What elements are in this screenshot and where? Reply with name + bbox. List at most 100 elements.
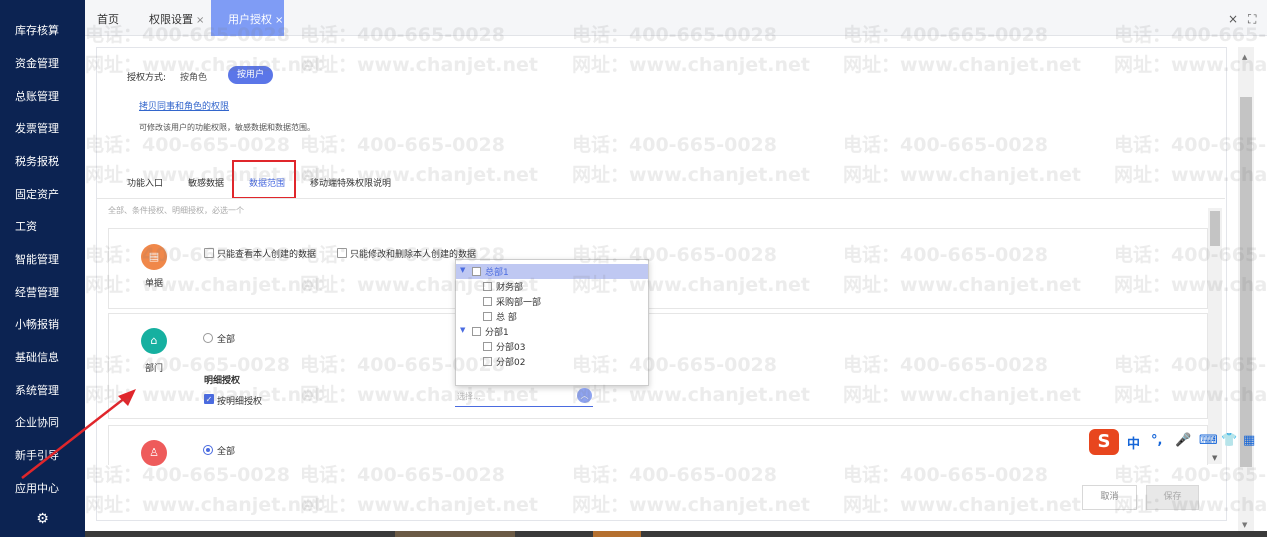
only-view-own-label: 只能查看本人创建的数据	[217, 250, 317, 260]
tab-user-auth-label: 用户授权	[228, 13, 272, 26]
tree-checkbox[interactable]	[472, 327, 481, 336]
page-scrollbar[interactable]: ▲ ▼	[1238, 47, 1254, 531]
sidebar-item-inventory-accounting[interactable]: 库存核算	[0, 16, 85, 46]
microphone-icon[interactable]: 🎤	[1175, 433, 1191, 448]
dept-all-radio[interactable]	[203, 333, 213, 343]
sidebar-item-tax[interactable]: 税务报税	[0, 147, 85, 177]
auth-by-role-option[interactable]: 按角色	[180, 70, 207, 83]
tree-node-label: 分部1	[485, 328, 509, 338]
subtab-mobile-permissions[interactable]: 移动端特殊权限说明	[310, 176, 391, 189]
content-scrollbar[interactable]: ▼	[1208, 208, 1222, 464]
scroll-up-icon[interactable]: ▲	[1242, 53, 1247, 61]
sidebar-item-general-ledger[interactable]: 总账管理	[0, 82, 85, 112]
sidebar: 库存核算 资金管理 总账管理 发票管理 税务报税 固定资产 工资 智能管理 经营…	[0, 0, 85, 537]
divider	[97, 198, 1225, 199]
auth-by-user-button[interactable]: 按用户	[228, 66, 273, 84]
copy-permissions-link[interactable]: 拷贝同事和角色的权限	[139, 99, 229, 112]
sidebar-item-invoice[interactable]: 发票管理	[0, 114, 85, 144]
auth-mode-label: 授权方式:	[127, 73, 167, 83]
scroll-down-icon[interactable]: ▼	[1242, 521, 1247, 529]
tree-checkbox[interactable]	[483, 312, 492, 321]
detail-auth-title: 明细授权	[204, 376, 241, 386]
subtab-sensitive-data[interactable]: 敏感数据	[188, 176, 224, 189]
close-icon[interactable]: ×	[275, 15, 283, 26]
gear-icon[interactable]: ⚙	[0, 505, 85, 533]
tree-node[interactable]: 分部02	[456, 354, 648, 369]
tab-user-authorization[interactable]: 用户授权 ×	[211, 0, 284, 36]
card-department-label: 部门	[145, 364, 164, 374]
sidebar-item-fixed-assets[interactable]: 固定资产	[0, 180, 85, 210]
ime-punctuation-icon[interactable]: °,	[1151, 433, 1162, 448]
annotation-highlight-box	[232, 160, 296, 199]
tree-checkbox[interactable]	[472, 267, 481, 276]
toolbox-grid-icon[interactable]: ▦	[1243, 433, 1255, 448]
by-detail-checkbox[interactable]: ✓	[204, 394, 214, 404]
tree-checkbox[interactable]	[483, 342, 492, 351]
scope-hint: 全部、条件授权、明细授权，必选一个	[108, 206, 244, 215]
ime-chinese-mode[interactable]: 中	[1127, 433, 1140, 452]
taskbar-segment	[593, 531, 641, 537]
save-button[interactable]: 保存	[1146, 485, 1199, 510]
sidebar-item-fund-management[interactable]: 资金管理	[0, 49, 85, 79]
only-edit-own-checkbox[interactable]	[337, 248, 347, 258]
tree-node[interactable]: ▼ 分部1	[456, 324, 648, 339]
sidebar-item-smart-management[interactable]: 智能管理	[0, 245, 85, 275]
tree-node[interactable]: 财务部	[456, 279, 648, 294]
tree-checkbox[interactable]	[483, 297, 492, 306]
auth-description: 可修改该用户的功能权限，敏感数据和数据范围。	[139, 123, 315, 132]
tree-node[interactable]: 采购部一部	[456, 294, 648, 309]
fullscreen-icon[interactable]: ⛶	[1248, 12, 1256, 27]
cancel-button[interactable]: 取消	[1082, 485, 1137, 510]
expand-arrow-icon[interactable]: ▼	[460, 266, 465, 274]
dept-all-label: 全部	[217, 335, 236, 345]
sidebar-item-app-center[interactable]: 应用中心	[0, 474, 85, 504]
chevron-up-icon[interactable]: ︿	[577, 388, 592, 403]
close-icon[interactable]: ×	[196, 15, 204, 26]
content-scrollbar-thumb[interactable]	[1210, 211, 1220, 246]
taskbar-segment	[395, 531, 515, 537]
tree-node[interactable]: 分部03	[456, 339, 648, 354]
tree-node-label: 总部1	[485, 268, 509, 278]
tab-home-label: 首页	[97, 13, 119, 26]
document-icon: ▤	[141, 244, 167, 270]
tree-checkbox[interactable]	[483, 357, 492, 366]
tree-node[interactable]: 总 部	[456, 309, 648, 324]
tab-permission-label: 权限设置	[149, 13, 193, 26]
keyboard-icon[interactable]: ⌨	[1199, 433, 1218, 448]
person-icon: ♙	[141, 440, 167, 466]
expand-arrow-icon[interactable]: ▼	[460, 326, 465, 334]
skin-shirt-icon[interactable]: 👕	[1221, 433, 1237, 448]
sidebar-item-collaboration[interactable]: 企业协同	[0, 408, 85, 438]
scrollbar-thumb[interactable]	[1240, 97, 1252, 467]
tree-node-label: 财务部	[496, 283, 524, 293]
sidebar-item-expense[interactable]: 小畅报销	[0, 310, 85, 340]
close-window-icon[interactable]: ×	[1228, 12, 1238, 26]
tree-checkbox[interactable]	[483, 282, 492, 291]
tab-bar: 首页 权限设置 × 用户授权 × × ⛶	[85, 0, 1267, 36]
sidebar-item-basic-info[interactable]: 基础信息	[0, 343, 85, 373]
tree-node-label: 采购部一部	[496, 298, 542, 308]
tab-home[interactable]: 首页	[97, 0, 119, 36]
ime-logo[interactable]: S	[1089, 429, 1119, 455]
department-select-input[interactable]: 选择...	[455, 387, 593, 407]
third-all-radio[interactable]	[203, 445, 213, 455]
sidebar-item-payroll[interactable]: 工资	[0, 212, 85, 242]
card-document-label: 单据	[145, 279, 164, 289]
sidebar-item-business-management[interactable]: 经营管理	[0, 278, 85, 308]
subtab-function-entry[interactable]: 功能入口	[127, 176, 163, 189]
sidebar-item-beginner-guide[interactable]: 新手引导	[0, 441, 85, 471]
tree-node[interactable]: ▼ 总部1	[456, 264, 648, 279]
tab-permission-settings[interactable]: 权限设置 ×	[149, 0, 204, 36]
card-document	[108, 228, 1208, 309]
tree-node-label: 分部03	[496, 343, 526, 353]
by-detail-label: 按明细授权	[217, 397, 263, 407]
ime-toolbar: S 中 °, 🎤 ⌨ 👕 ▦	[1087, 427, 1267, 457]
third-all-label: 全部	[217, 447, 236, 457]
tree-node-label: 分部02	[496, 358, 526, 368]
card-third	[108, 425, 1208, 465]
only-view-own-checkbox[interactable]	[204, 248, 214, 258]
select-placeholder: 选择...	[457, 392, 481, 401]
taskbar-strip	[85, 531, 1267, 537]
department-tree-dropdown: ▼ 总部1 财务部 采购部一部 总 部 ▼ 分部1 分部03 分部02	[455, 259, 649, 386]
sidebar-item-system-management[interactable]: 系统管理	[0, 376, 85, 406]
